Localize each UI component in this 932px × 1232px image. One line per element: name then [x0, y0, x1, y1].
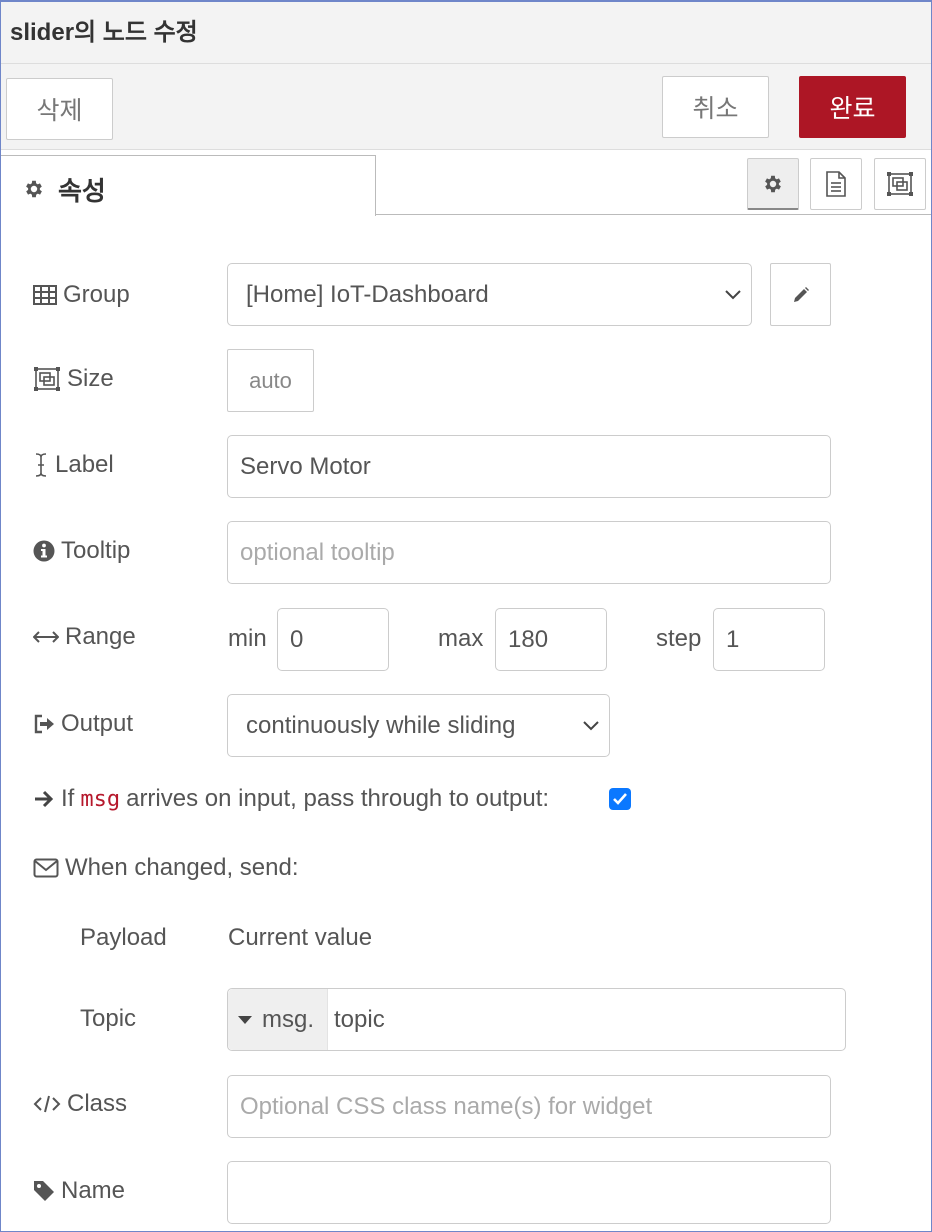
- arrows-horizontal-icon: [33, 631, 59, 643]
- range-max-label: max: [438, 625, 484, 652]
- group-label-text: Group: [63, 281, 130, 308]
- name-label: Name: [33, 1174, 125, 1208]
- arrow-right-icon: [35, 790, 54, 808]
- passthru-text-after: arrives on input, pass through to output…: [126, 785, 550, 812]
- file-text-icon: [826, 171, 846, 197]
- group-select-value: [Home] IoT-Dashboard: [246, 280, 489, 308]
- code-icon: [33, 1095, 61, 1113]
- envelope-icon: [33, 858, 59, 878]
- dialog-title-bar: slider의 노드 수정: [1, 2, 931, 64]
- output-select-value: continuously while sliding: [246, 711, 516, 739]
- size-button[interactable]: auto: [227, 349, 314, 412]
- passthru-checkbox[interactable]: [609, 788, 631, 810]
- output-label: Output: [33, 707, 133, 741]
- text-cursor-icon: [35, 453, 47, 477]
- dialog-title: slider의 노드 수정: [10, 19, 198, 46]
- tooltip-label-text: Tooltip: [61, 537, 131, 564]
- cancel-button[interactable]: 취소: [662, 76, 769, 138]
- range-step-input[interactable]: 1: [713, 608, 825, 671]
- class-label-text: Class: [67, 1090, 128, 1117]
- when-changed-text: When changed, send:: [65, 854, 299, 881]
- caret-down-icon: [238, 1015, 252, 1024]
- tooltip-label: Tooltip: [33, 534, 130, 568]
- output-label-text: Output: [61, 710, 134, 737]
- pencil-icon: [793, 286, 809, 302]
- group-label: Group: [33, 278, 130, 312]
- gear-icon: [26, 180, 42, 198]
- name-input[interactable]: [227, 1161, 831, 1224]
- tabs: 속성: [1, 150, 931, 216]
- topic-label: Topic: [80, 1005, 137, 1032]
- topic-type-selector[interactable]: msg.: [228, 989, 328, 1050]
- output-select[interactable]: continuously while sliding: [227, 694, 610, 757]
- payload-label: Payload: [80, 924, 167, 951]
- table-icon: [33, 285, 57, 305]
- description-tab-button[interactable]: [810, 158, 862, 210]
- properties-form: Group [Home] IoT-Dashboard Size auto Lab…: [1, 216, 931, 1231]
- done-button[interactable]: 완료: [799, 76, 906, 138]
- edit-group-button[interactable]: [770, 263, 831, 326]
- range-label-text: Range: [65, 623, 136, 650]
- size-frame-icon: [887, 172, 913, 196]
- tab-properties[interactable]: 속성: [1, 155, 376, 216]
- tab-label: 속성: [58, 176, 106, 206]
- delete-button[interactable]: 삭제: [6, 78, 113, 140]
- gear-icon: [765, 175, 781, 192]
- payload-value: Current value: [228, 924, 373, 951]
- class-input[interactable]: Optional CSS class name(s) for widget: [227, 1075, 831, 1138]
- class-label: Class: [33, 1087, 127, 1121]
- chevron-down-icon: [725, 289, 741, 299]
- size-label: Size: [33, 362, 114, 396]
- name-label-text: Name: [61, 1177, 126, 1204]
- passthru-text-before: If: [61, 785, 75, 812]
- info-circle-icon: [33, 540, 55, 562]
- passthru-code: msg: [80, 786, 121, 812]
- topic-input[interactable]: msg. topic: [227, 988, 846, 1051]
- properties-tab-button[interactable]: [747, 158, 799, 210]
- dialog-toolbar: 삭제 취소 완료: [1, 64, 931, 150]
- range-max-input[interactable]: 180: [495, 608, 607, 671]
- label-label-text: Label: [55, 451, 114, 478]
- group-select[interactable]: [Home] IoT-Dashboard: [227, 263, 752, 326]
- appearance-tab-button[interactable]: [874, 158, 926, 210]
- range-label: Range: [33, 620, 136, 654]
- label-input[interactable]: Servo Motor: [227, 435, 831, 498]
- size-frame-icon: [34, 367, 60, 391]
- tooltip-input[interactable]: optional tooltip: [227, 521, 831, 584]
- chevron-down-icon: [583, 720, 599, 730]
- checkmark-icon: [613, 793, 627, 805]
- range-step-label: step: [656, 625, 702, 652]
- range-min-label: min: [228, 625, 267, 652]
- when-changed-label: When changed, send:: [33, 851, 299, 885]
- sign-out-icon: [34, 714, 54, 734]
- label-label: Label: [33, 448, 114, 482]
- range-min-input[interactable]: 0: [277, 608, 389, 671]
- topic-value: topic: [334, 1005, 385, 1033]
- tag-icon: [34, 1181, 54, 1201]
- size-label-text: Size: [67, 365, 114, 392]
- edit-node-dialog: slider의 노드 수정 삭제 취소 완료 속성 Group [Home] I…: [0, 0, 932, 1232]
- topic-prefix: msg.: [262, 1005, 315, 1033]
- passthru-label: If msg arrives on input, pass through to…: [33, 782, 549, 816]
